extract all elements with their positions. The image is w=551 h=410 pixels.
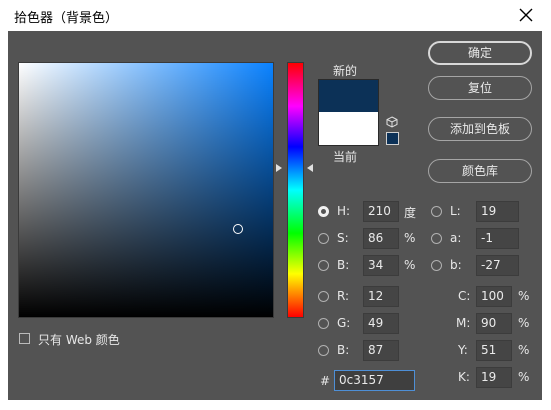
new-color-swatch [318, 79, 379, 114]
hex-label: # [320, 374, 331, 388]
green-label: G: [337, 316, 351, 330]
current-color-swatch[interactable] [318, 112, 379, 146]
brightness-input[interactable]: 34 [363, 255, 399, 276]
brightness-label: B: [337, 258, 350, 272]
blue-radio[interactable] [318, 345, 329, 356]
yellow-unit: % [518, 343, 530, 357]
web-safe-color-swatch[interactable] [386, 132, 399, 145]
title-bar: 拾色器（背景色） [0, 0, 551, 31]
yellow-label: Y: [458, 343, 468, 357]
new-color-label: 新的 [333, 64, 358, 78]
magenta-input[interactable]: 90 [476, 313, 512, 334]
lab-a-radio[interactable] [431, 233, 442, 244]
web-safe-cube-icon[interactable] [386, 116, 398, 128]
cyan-input[interactable]: 100 [476, 286, 512, 307]
lab-b-label: b: [450, 258, 462, 272]
close-icon[interactable] [517, 6, 535, 24]
color-libraries-button[interactable]: 颜色库 [428, 159, 532, 183]
lab-a-label: a: [450, 231, 462, 245]
red-label: R: [337, 289, 350, 303]
color-picker-marker[interactable] [233, 224, 243, 234]
magenta-unit: % [518, 316, 530, 330]
yellow-input[interactable]: 51 [476, 340, 512, 361]
blue-label: B: [337, 343, 350, 357]
reset-button[interactable]: 复位 [428, 76, 532, 100]
red-input[interactable]: 12 [363, 286, 399, 307]
web-colors-only-label: 只有 Web 颜色 [38, 333, 120, 347]
brightness-unit: % [404, 258, 416, 272]
dialog-title: 拾色器（背景色） [14, 11, 119, 26]
saturation-input[interactable]: 86 [363, 228, 399, 249]
hex-input[interactable]: 0c3157 [334, 370, 415, 391]
green-input[interactable]: 49 [363, 313, 399, 334]
blue-input[interactable]: 87 [363, 340, 399, 361]
hue-slider-right-handle[interactable] [307, 164, 313, 172]
red-radio[interactable] [318, 291, 329, 302]
lab-l-input[interactable]: 19 [476, 201, 519, 222]
lab-b-input[interactable]: -27 [476, 255, 519, 276]
hue-slider-left-handle[interactable] [276, 164, 282, 172]
ok-button[interactable]: 确定 [428, 41, 532, 65]
brightness-radio[interactable] [318, 260, 329, 271]
hue-label: H: [337, 204, 351, 218]
saturation-label: S: [337, 231, 349, 245]
web-colors-only-checkbox[interactable] [19, 333, 30, 344]
saturation-unit: % [404, 231, 416, 245]
lab-l-label: L: [450, 204, 461, 218]
hue-unit: 度 [404, 206, 417, 220]
black-label: K: [458, 370, 470, 384]
black-input[interactable]: 19 [476, 367, 512, 388]
add-to-swatches-button[interactable]: 添加到色板 [428, 117, 532, 141]
hue-radio[interactable] [318, 206, 329, 217]
green-radio[interactable] [318, 318, 329, 329]
lab-a-input[interactable]: -1 [476, 228, 519, 249]
magenta-label: M: [456, 316, 471, 330]
hue-slider[interactable] [287, 62, 304, 318]
cyan-unit: % [518, 289, 530, 303]
current-color-label: 当前 [333, 150, 358, 164]
black-unit: % [518, 370, 530, 384]
saturation-radio[interactable] [318, 233, 329, 244]
lab-b-radio[interactable] [431, 260, 442, 271]
saturation-brightness-field[interactable] [18, 62, 274, 318]
hue-input[interactable]: 210 [363, 201, 399, 222]
cyan-label: C: [458, 289, 471, 303]
lab-l-radio[interactable] [431, 206, 442, 217]
